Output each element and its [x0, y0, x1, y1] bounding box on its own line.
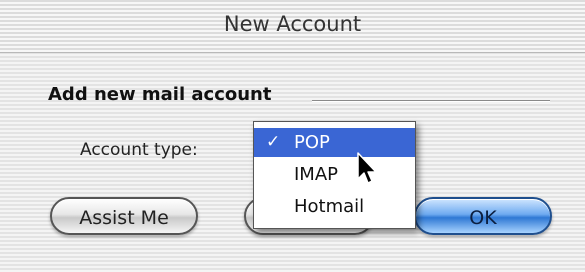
menu-item-imap[interactable]: IMAP: [254, 160, 415, 189]
menu-item-pop[interactable]: ✓ POP: [254, 128, 415, 157]
arrow-cursor-icon: [357, 152, 377, 184]
account-type-label: Account type:: [80, 140, 198, 160]
title-bar[interactable]: New Account: [0, 0, 585, 53]
section-divider: [312, 100, 550, 102]
menu-item-label: POP: [294, 132, 330, 153]
checkmark-icon: ✓: [266, 132, 281, 152]
section-heading: Add new mail account: [48, 84, 272, 105]
assist-me-button[interactable]: Assist Me: [50, 197, 198, 235]
window-title: New Account: [223, 12, 362, 36]
menu-item-hotmail[interactable]: Hotmail: [254, 192, 415, 221]
menu-item-label: IMAP: [294, 164, 339, 185]
ok-button[interactable]: OK: [414, 197, 552, 235]
menu-item-label: Hotmail: [294, 196, 365, 217]
account-type-popup-menu[interactable]: ✓ POP IMAP Hotmail: [253, 121, 416, 229]
